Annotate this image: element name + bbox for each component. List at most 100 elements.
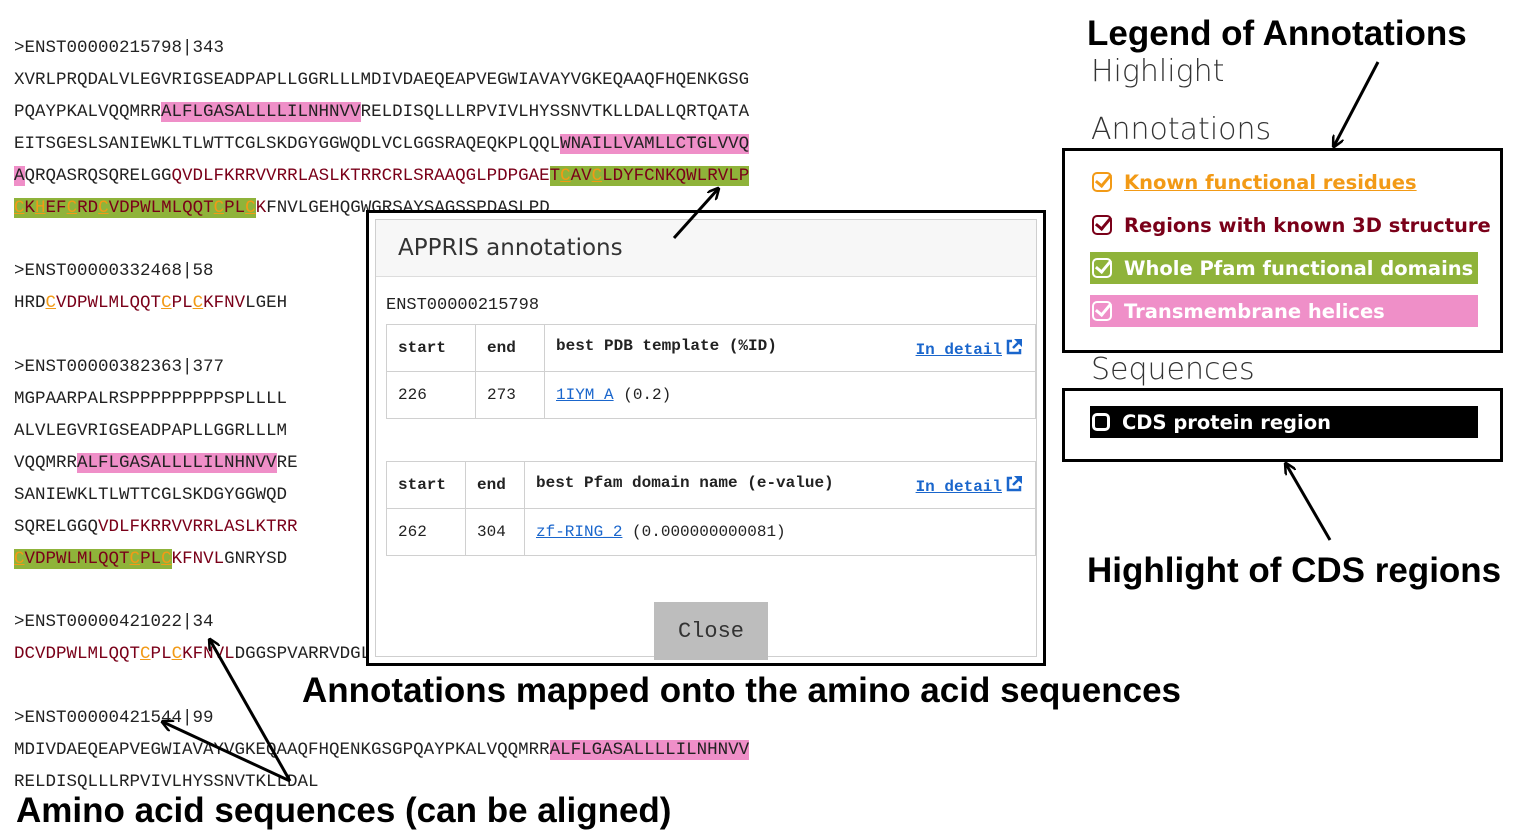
pdb-id-value: (0.2) [623, 386, 672, 404]
residue-segment: H [35, 198, 46, 218]
residue-segment: A [14, 166, 25, 186]
sequence-line: XVRLPRQDALVLEGVRIGSEADPAPLLGGRLLLMDIVDAE… [14, 68, 749, 92]
checkbox-icon [1092, 301, 1112, 321]
pfam-evalue: (0.000000000081) [632, 523, 786, 541]
in-detail-label[interactable]: In detail [916, 341, 1002, 359]
residue-segment: LDYFCNKQWLRVLP [602, 166, 750, 186]
pfam-link[interactable]: zf-RING_2 [536, 523, 622, 541]
legend-cds-protein-region[interactable]: CDS protein region [1090, 406, 1478, 438]
residue-segment: T [549, 166, 561, 186]
checkbox-icon [1092, 215, 1112, 235]
residue-segment: LGEH [245, 293, 288, 313]
residue-segment: L [161, 644, 172, 664]
residue-segment: C [245, 198, 256, 218]
annotations-heading: Annotations [1091, 112, 1272, 147]
cell-pfam: zf-RING_2 (0.000000000081) [524, 508, 1036, 556]
residue-segment: ALFLGASALLLLILNHNVV [77, 453, 277, 473]
legend-known-functional-residues[interactable]: Known functional residues [1090, 166, 1417, 198]
legend-pfam-domains[interactable]: Whole Pfam functional domains [1090, 252, 1478, 284]
legend-label: CDS protein region [1122, 410, 1331, 434]
residue-segment: C [591, 166, 603, 186]
residue-segment: VDPWLMLQQT [56, 293, 162, 313]
callout-aligned: Amino acid sequences (can be aligned) [16, 791, 672, 830]
residue-segment: PL [171, 293, 193, 313]
sequence-line: AQRQASRQSQRELGGQVDLFKRRVVRRLASLKTRRCRLSR… [14, 164, 750, 188]
residue-segment: GNRYSD [224, 549, 288, 569]
sequence-line: CVDPWLMLQQTCPLCKFNVLGNRYSD [14, 547, 287, 571]
legend-transmembrane-helices[interactable]: Transmembrane helices [1090, 295, 1478, 327]
residue-segment: VDPWLMLQQT [24, 549, 130, 569]
residue-segment: C [140, 644, 151, 664]
residue-segment: PQAYPKALVQQMRR [14, 102, 162, 122]
col-pdb-template: best PDB template (%ID) In detail [544, 324, 1036, 372]
col-end: end [465, 461, 525, 509]
residue-segment: DCVDPWLMLQQT [14, 644, 141, 664]
in-detail-label[interactable]: In detail [916, 478, 1002, 496]
table-row: 262 304 zf-RING_2 (0.000000000081) [386, 508, 1036, 556]
residue-segment: C [98, 198, 109, 218]
callout-cds: Highlight of CDS regions [1087, 551, 1502, 590]
residue-segment: EITSGESLSANIEWKLTLWTTCGLSKDGYGGWQDLVCLGG… [14, 134, 561, 154]
residue-segment: C [213, 198, 225, 218]
sequence-line: MDIVDAEQEAPVEGWIAVAYVGKEQAAQFHQENKGSGPQA… [14, 738, 750, 762]
residue-segment: RE [276, 453, 298, 473]
residue-segment: C [161, 549, 172, 569]
empty-checkbox-icon [1092, 413, 1110, 431]
residue-segment: K [24, 198, 36, 218]
checkbox-icon [1092, 258, 1112, 278]
residue-segment: C [192, 293, 204, 313]
cell-pdb: 1IYM_A (0.2) [544, 371, 1036, 419]
residue-segment: VDLFKRRVVRRLASLKTRR [98, 517, 298, 537]
residue-segment: SANIEWKLTLWTTCGLSKDGYGGWQD [14, 485, 288, 505]
sequence-header: >ENST00000215798|343 [14, 38, 225, 58]
transcript-id: ENST00000215798 [386, 296, 540, 315]
arrow-to-annotations-box [1334, 61, 1380, 146]
pfam-domain-table: start end best Pfam domain name (e-value… [386, 461, 1036, 556]
sequence-line: PQAYPKALVQQMRRALFLGASALLLLILNHNVVRELDISQ… [14, 100, 749, 124]
legend-title: Legend of Annotations [1087, 14, 1467, 53]
residue-segment: XVRLPRQDALVLEGVRIGSEADPAPLLGGRLLLMDIVDAE… [14, 70, 750, 90]
sequence-line: SQRELGGQVDLFKRRVVRRLASLKTRR [14, 515, 298, 539]
external-link-icon [1006, 476, 1022, 492]
residue-segment: RELDISQLLLRPVIVLHYSSNVTKLLDALLQRTQATA [360, 102, 750, 122]
sequence-line: MGPAARPALRSPPPPPPPPPSPLLLL [14, 387, 287, 411]
residue-segment: KFNV [203, 293, 246, 313]
residue-segment: ALFLGASALLLLILNHNVV [549, 740, 750, 760]
col-pdb-template-label: best PDB template (%ID) [556, 337, 777, 355]
cell-start: 262 [386, 508, 466, 556]
residue-segment: HRD [14, 293, 46, 313]
residue-segment: P [150, 644, 162, 664]
residue-segment: RELDISQLLLRPVIVLHYSSNVTKLLDAL [14, 772, 319, 792]
cell-start: 226 [386, 371, 476, 419]
col-end: end [475, 324, 545, 372]
sequences-heading: Sequences [1091, 352, 1255, 387]
cell-end: 304 [465, 508, 525, 556]
sequence-line: VQQMRRALFLGASALLLLILNHNVVRE [14, 451, 298, 475]
checkbox-icon [1092, 172, 1112, 192]
residue-segment: C [14, 549, 25, 569]
residue-segment: EF [45, 198, 67, 218]
sequence-line: ALVLEGVRIGSEADPAPLLGGRLLLM [14, 419, 287, 443]
sequence-header: >ENST00000421544|99 [14, 708, 214, 728]
residue-segment: KFNVL [182, 644, 235, 664]
residue-segment: C [560, 166, 571, 186]
in-detail-link[interactable]: In detail [916, 337, 1024, 359]
arrow-to-sequences-box [1286, 464, 1332, 541]
col-start: start [386, 324, 476, 372]
residue-segment: QRQASRQSQRELGG [24, 166, 172, 186]
sequence-header: >ENST00000382363|377 [14, 357, 225, 377]
residue-segment: AV [570, 166, 592, 186]
residue-segment: SQRELGGQ [14, 517, 99, 537]
residue-segment: MGPAARPALRSPPPPPPPPPSPLLLL [14, 389, 288, 409]
legend-label: Transmembrane helices [1124, 299, 1385, 323]
external-link-icon [1006, 339, 1022, 355]
col-pfam-domain-label: best Pfam domain name (e-value) [536, 474, 834, 492]
residue-segment: VDPWLMLQQT [108, 198, 214, 218]
legend-3d-structure[interactable]: Regions with known 3D structure [1090, 209, 1491, 241]
pdb-link[interactable]: 1IYM_A [556, 386, 614, 404]
appris-annotations-dialog: APPRIS annotations ENST00000215798 start… [366, 210, 1046, 666]
close-button[interactable]: Close [654, 602, 768, 660]
in-detail-link[interactable]: In detail [916, 474, 1024, 496]
sequence-line: SANIEWKLTLWTTCGLSKDGYGGWQD [14, 483, 287, 507]
residue-segment: C [129, 549, 141, 569]
